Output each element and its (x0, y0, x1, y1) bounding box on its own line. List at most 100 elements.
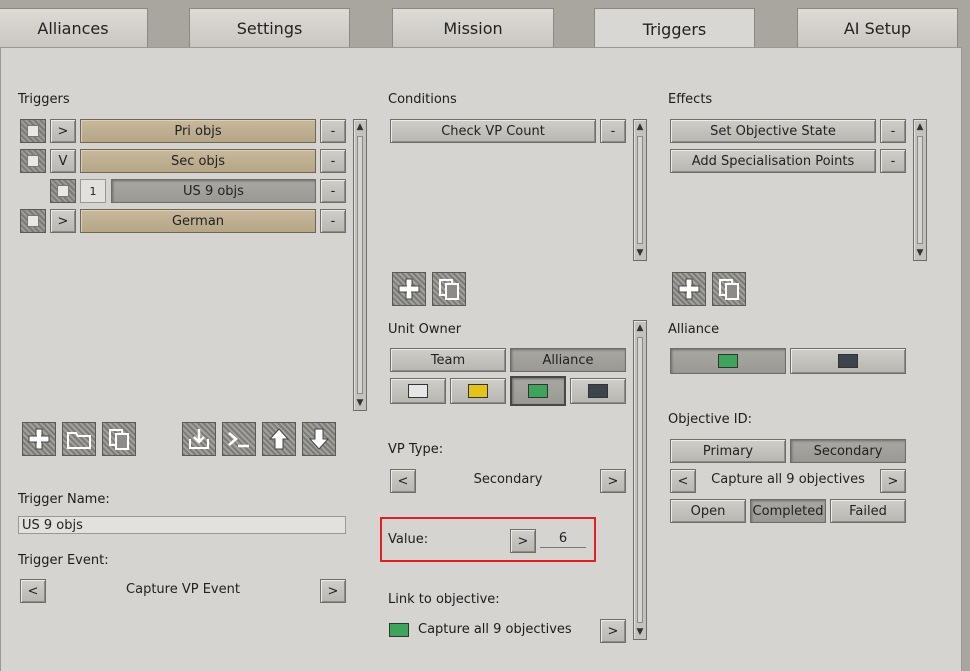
trigger-expand-button[interactable]: > (50, 209, 76, 233)
triggers-scrollbar[interactable]: ▲ ▼ (353, 119, 367, 411)
scroll-up-icon[interactable]: ▲ (634, 322, 646, 334)
folder-icon (67, 432, 91, 449)
move-down-button[interactable] (302, 422, 336, 456)
trigger-collapse-button[interactable]: V (50, 149, 76, 173)
value-label: Value: (388, 532, 429, 547)
add-trigger-button[interactable] (22, 422, 56, 456)
alliance-color-green[interactable] (670, 348, 786, 374)
add-effect-button[interactable] (672, 272, 706, 306)
conditions-scrollbar[interactable]: ▲ ▼ (633, 119, 647, 261)
objective-prev-button[interactable]: < (670, 469, 696, 493)
trigger-item-german[interactable]: German (80, 209, 316, 233)
unit-owner-label: Unit Owner (388, 322, 462, 337)
trigger-remove-button[interactable]: - (320, 149, 346, 173)
effect-remove-button[interactable]: - (880, 149, 906, 173)
unit-owner-alliance-button[interactable]: Alliance (510, 348, 626, 372)
copy-trigger-button[interactable] (102, 422, 136, 456)
trigger-event-prev-button[interactable]: < (20, 579, 46, 603)
condition-remove-button[interactable]: - (600, 119, 626, 143)
vp-type-prev-button[interactable]: < (390, 469, 416, 493)
trigger-checkbox[interactable] (50, 179, 76, 203)
objective-primary-button[interactable]: Primary (670, 439, 786, 463)
trigger-remove-button[interactable]: - (320, 119, 346, 143)
objective-secondary-button[interactable]: Secondary (790, 439, 906, 463)
scroll-down-icon[interactable]: ▼ (634, 247, 646, 259)
add-condition-button[interactable] (392, 272, 426, 306)
trigger-expand-button[interactable]: > (50, 119, 76, 143)
color-swatch (528, 384, 548, 398)
link-objective-value: Capture all 9 objectives (418, 622, 572, 637)
unit-owner-team-button[interactable]: Team (390, 348, 506, 372)
objective-state-failed-button[interactable]: Failed (830, 499, 906, 523)
trigger-event-value: Capture VP Event (126, 582, 240, 597)
add-folder-button[interactable] (62, 422, 96, 456)
link-objective-next-button[interactable]: > (600, 619, 626, 643)
trigger-event-next-button[interactable]: > (320, 579, 346, 603)
trigger-item-pri-objs[interactable]: Pri objs (80, 119, 316, 143)
condition-item-check-vp-count[interactable]: Check VP Count (390, 119, 596, 143)
scroll-up-icon[interactable]: ▲ (354, 121, 366, 133)
owner-color-green[interactable] (510, 376, 566, 406)
copy-icon (719, 279, 739, 300)
link-to-objective-label: Link to objective: (388, 592, 500, 607)
owner-color-white[interactable] (390, 378, 446, 404)
effect-item-add-specialisation-points[interactable]: Add Specialisation Points (670, 149, 876, 173)
plus-icon (678, 278, 700, 300)
scroll-track[interactable] (357, 136, 363, 394)
objective-color-swatch (389, 623, 409, 637)
scroll-up-icon[interactable]: ▲ (914, 121, 926, 133)
owner-color-yellow[interactable] (450, 378, 506, 404)
effect-item-set-objective-state[interactable]: Set Objective State (670, 119, 876, 143)
scroll-track[interactable] (917, 136, 923, 244)
tab-label: Alliances (37, 19, 109, 38)
scroll-track[interactable] (637, 337, 643, 623)
tab-triggers[interactable]: Triggers (594, 8, 755, 50)
scroll-down-icon[interactable]: ▼ (914, 247, 926, 259)
copy-effect-button[interactable] (712, 272, 746, 306)
vp-type-next-button[interactable]: > (600, 469, 626, 493)
color-swatch (718, 354, 738, 368)
checkbox-box (27, 125, 39, 137)
objective-value: Capture all 9 objectives (711, 472, 865, 487)
scroll-down-icon[interactable]: ▼ (634, 626, 646, 638)
trigger-remove-button[interactable]: - (320, 209, 346, 233)
alliance-color-dark[interactable] (790, 348, 906, 374)
value-arrow-button[interactable]: > (510, 529, 536, 553)
vp-type-label: VP Type: (388, 442, 444, 457)
effects-scrollbar[interactable]: ▲ ▼ (913, 119, 927, 261)
console-button[interactable] (222, 422, 256, 456)
conditions-heading: Conditions (388, 92, 457, 107)
tab-label: Mission (443, 19, 503, 38)
trigger-remove-button[interactable]: - (320, 179, 346, 203)
copy-icon (439, 279, 459, 300)
color-swatch (408, 384, 428, 398)
condition-params-scrollbar[interactable]: ▲ ▼ (633, 320, 647, 640)
move-up-button[interactable] (262, 422, 296, 456)
import-button[interactable] (182, 422, 216, 456)
tab-alliances[interactable]: Alliances (0, 8, 148, 48)
owner-color-dark[interactable] (570, 378, 626, 404)
objective-next-button[interactable]: > (880, 469, 906, 493)
objective-state-completed-button[interactable]: Completed (750, 499, 826, 523)
copy-condition-button[interactable] (432, 272, 466, 306)
tab-label: Triggers (642, 20, 707, 39)
tab-label: Settings (236, 19, 303, 38)
tab-ai-setup[interactable]: AI Setup (797, 8, 958, 48)
trigger-checkbox[interactable] (20, 149, 46, 173)
color-swatch (588, 384, 608, 398)
scroll-track[interactable] (637, 136, 643, 244)
scroll-down-icon[interactable]: ▼ (354, 397, 366, 409)
objective-state-open-button[interactable]: Open (670, 499, 746, 523)
effect-remove-button[interactable]: - (880, 119, 906, 143)
terminal-icon (228, 432, 249, 448)
trigger-checkbox[interactable] (20, 119, 46, 143)
trigger-item-us-9-objs[interactable]: US 9 objs (111, 179, 316, 203)
value-input[interactable]: 6 (540, 530, 586, 548)
trigger-name-input[interactable]: US 9 objs (18, 516, 346, 534)
scroll-up-icon[interactable]: ▲ (634, 121, 646, 133)
tab-mission[interactable]: Mission (392, 8, 554, 48)
tab-label: AI Setup (843, 19, 912, 38)
trigger-checkbox[interactable] (20, 209, 46, 233)
tab-settings[interactable]: Settings (189, 8, 350, 48)
trigger-item-sec-objs[interactable]: Sec objs (80, 149, 316, 173)
